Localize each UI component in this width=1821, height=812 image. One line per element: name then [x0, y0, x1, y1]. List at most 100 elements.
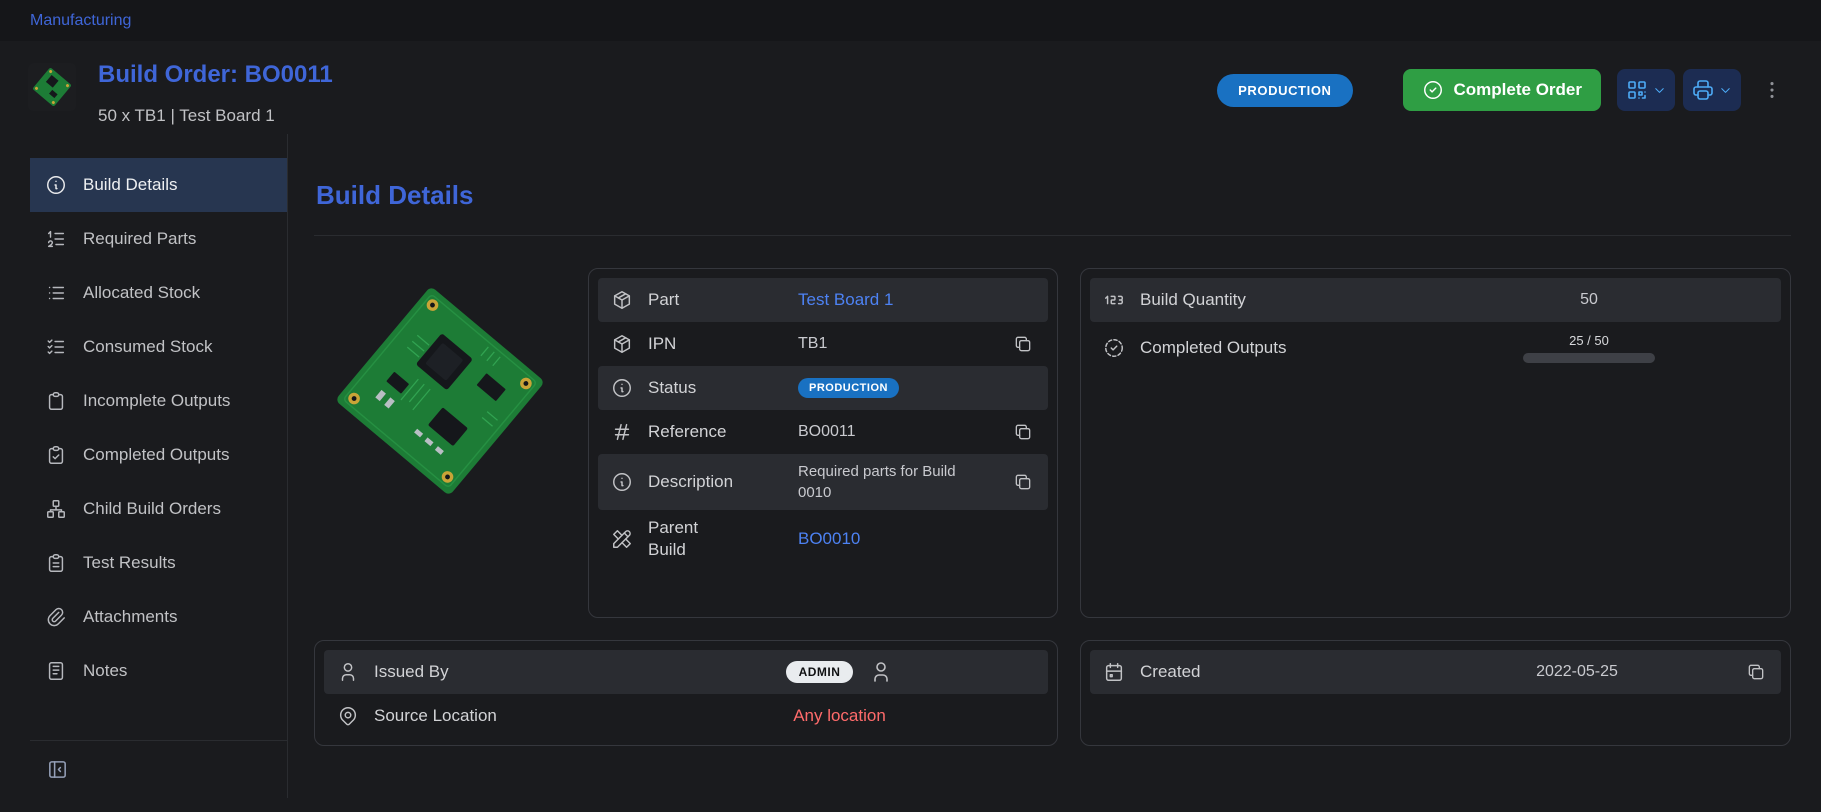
sidebar-item-label: Build Details — [83, 175, 178, 195]
complete-order-button[interactable]: Complete Order — [1403, 69, 1601, 111]
sidebar-item-label: Allocated Stock — [83, 283, 200, 303]
pcb-image-graphic — [319, 270, 561, 512]
sidebar-item-label: Child Build Orders — [83, 499, 221, 519]
created-label: Created — [1140, 662, 1410, 682]
created-value: 2022-05-25 — [1536, 663, 1618, 681]
sidebar-item-build-details[interactable]: Build Details — [30, 158, 287, 212]
reference-value: BO0011 — [798, 423, 856, 441]
sidebar-item-incomplete-outputs[interactable]: Incomplete Outputs — [30, 374, 287, 428]
page-subtitle: 50 x TB1 | Test Board 1 — [98, 106, 333, 126]
copy-button[interactable] — [1011, 470, 1035, 494]
build-details-panels: Part Test Board 1 IPN TB1 — [314, 268, 1791, 746]
sidebar-item-label: Consumed Stock — [83, 337, 212, 357]
sidebar-collapse-button[interactable] — [44, 756, 71, 783]
notes-icon — [45, 660, 67, 682]
heading-divider — [314, 235, 1791, 236]
print-actions-button[interactable] — [1683, 69, 1741, 111]
completed-outputs-label: Completed Outputs — [1140, 338, 1410, 358]
copy-button[interactable] — [1011, 420, 1035, 444]
package-icon — [611, 289, 648, 311]
clipboard-icon — [45, 390, 67, 412]
build-quantity-label: Build Quantity — [1140, 290, 1410, 310]
detail-row-reference: Reference BO0011 — [598, 410, 1048, 454]
parent-build-link[interactable]: BO0010 — [798, 529, 860, 549]
main-panel: Build Details — [288, 134, 1821, 798]
list-check-icon — [45, 336, 67, 358]
detail-row-parent-build: Parent Build BO0010 — [598, 510, 1048, 568]
sidebar-item-required-parts[interactable]: Required Parts — [30, 212, 287, 266]
sidebar-item-notes[interactable]: Notes — [30, 644, 287, 698]
build-thumbnail-image — [28, 63, 78, 113]
sidebar-item-child-build-orders[interactable]: Child Build Orders — [30, 482, 287, 536]
source-location-label: Source Location — [374, 706, 644, 726]
copy-icon — [1013, 472, 1033, 492]
sidebar: Build Details Required Parts Allocated S… — [30, 134, 288, 798]
status-badge: PRODUCTION — [798, 378, 899, 398]
parent-build-label: Parent Build — [648, 517, 728, 561]
status-label: Status — [648, 378, 798, 398]
ipn-value: TB1 — [798, 335, 827, 353]
source-location-value: Any location — [793, 706, 886, 726]
detail-row-status: Status PRODUCTION — [598, 366, 1048, 410]
breadcrumb-manufacturing-link[interactable]: Manufacturing — [30, 12, 131, 29]
barcode-actions-button[interactable] — [1617, 69, 1675, 111]
created-panel: Created 2022-05-25 — [1080, 640, 1791, 746]
detail-row-ipn: IPN TB1 — [598, 322, 1048, 366]
sidebar-item-attachments[interactable]: Attachments — [30, 590, 287, 644]
chevron-down-icon — [1652, 83, 1667, 98]
user-icon — [869, 660, 893, 684]
test-results-icon — [45, 552, 67, 574]
sidebar-item-completed-outputs[interactable]: Completed Outputs — [30, 428, 287, 482]
detail-row-description: Description Required parts for Build 001… — [598, 454, 1048, 510]
build-quantity-value: 50 — [1580, 291, 1598, 309]
overflow-menu-button[interactable] — [1757, 75, 1787, 105]
issued-by-label: Issued By — [374, 662, 644, 682]
copy-icon — [1013, 334, 1033, 354]
completed-outputs-progress: 25 / 50 — [1523, 329, 1655, 367]
numbers-123-icon — [1103, 289, 1140, 311]
package-icon — [611, 333, 648, 355]
clipboard-check-icon — [45, 444, 67, 466]
source-location-row: Source Location Any location — [324, 694, 1048, 738]
user-icon — [337, 661, 374, 683]
copy-icon — [1746, 662, 1766, 682]
pcb-thumbnail-graphic — [28, 63, 76, 111]
title-block: Build Order: BO0011 50 x TB1 | Test Boar… — [98, 55, 333, 126]
reference-label: Reference — [648, 422, 798, 442]
list-icon — [45, 282, 67, 304]
issued-by-row: Issued By ADMIN — [324, 650, 1048, 694]
build-part-image — [314, 268, 566, 618]
ipn-label: IPN — [648, 334, 798, 354]
chevron-down-icon — [1718, 83, 1733, 98]
status-badge: PRODUCTION — [1217, 74, 1352, 107]
list-numbers-icon — [45, 228, 67, 250]
issued-panel: Issued By ADMIN Source Location Any l — [314, 640, 1058, 746]
detail-row-part: Part Test Board 1 — [598, 278, 1048, 322]
content-area: Build Details Required Parts Allocated S… — [0, 134, 1821, 798]
sidebar-item-label: Incomplete Outputs — [83, 391, 230, 411]
page-header: Build Order: BO0011 50 x TB1 | Test Boar… — [0, 41, 1821, 134]
sidebar-item-label: Required Parts — [83, 229, 196, 249]
admin-badge: ADMIN — [786, 661, 854, 683]
sidebar-footer — [30, 740, 287, 798]
panel-heading: Build Details — [316, 180, 1791, 211]
sidebar-item-test-results[interactable]: Test Results — [30, 536, 287, 590]
info-circle-icon — [45, 174, 67, 196]
copy-button[interactable] — [1011, 332, 1035, 356]
sidebar-item-allocated-stock[interactable]: Allocated Stock — [30, 266, 287, 320]
map-pin-icon — [337, 705, 374, 727]
paperclip-icon — [45, 606, 67, 628]
part-link[interactable]: Test Board 1 — [798, 290, 893, 310]
info-circle-icon — [611, 471, 648, 493]
quantities-panel: Build Quantity 50 Completed Outputs 25 /… — [1080, 268, 1791, 618]
progress-track — [1523, 353, 1655, 363]
copy-button[interactable] — [1744, 660, 1768, 684]
info-circle-icon — [611, 377, 648, 399]
qr-code-icon — [1625, 78, 1649, 102]
dots-vertical-icon — [1761, 79, 1783, 101]
progress-label: 25 / 50 — [1569, 333, 1609, 348]
sidebar-item-consumed-stock[interactable]: Consumed Stock — [30, 320, 287, 374]
part-label: Part — [648, 290, 798, 310]
complete-order-label: Complete Order — [1454, 80, 1582, 100]
build-quantity-row: Build Quantity 50 — [1090, 278, 1781, 322]
